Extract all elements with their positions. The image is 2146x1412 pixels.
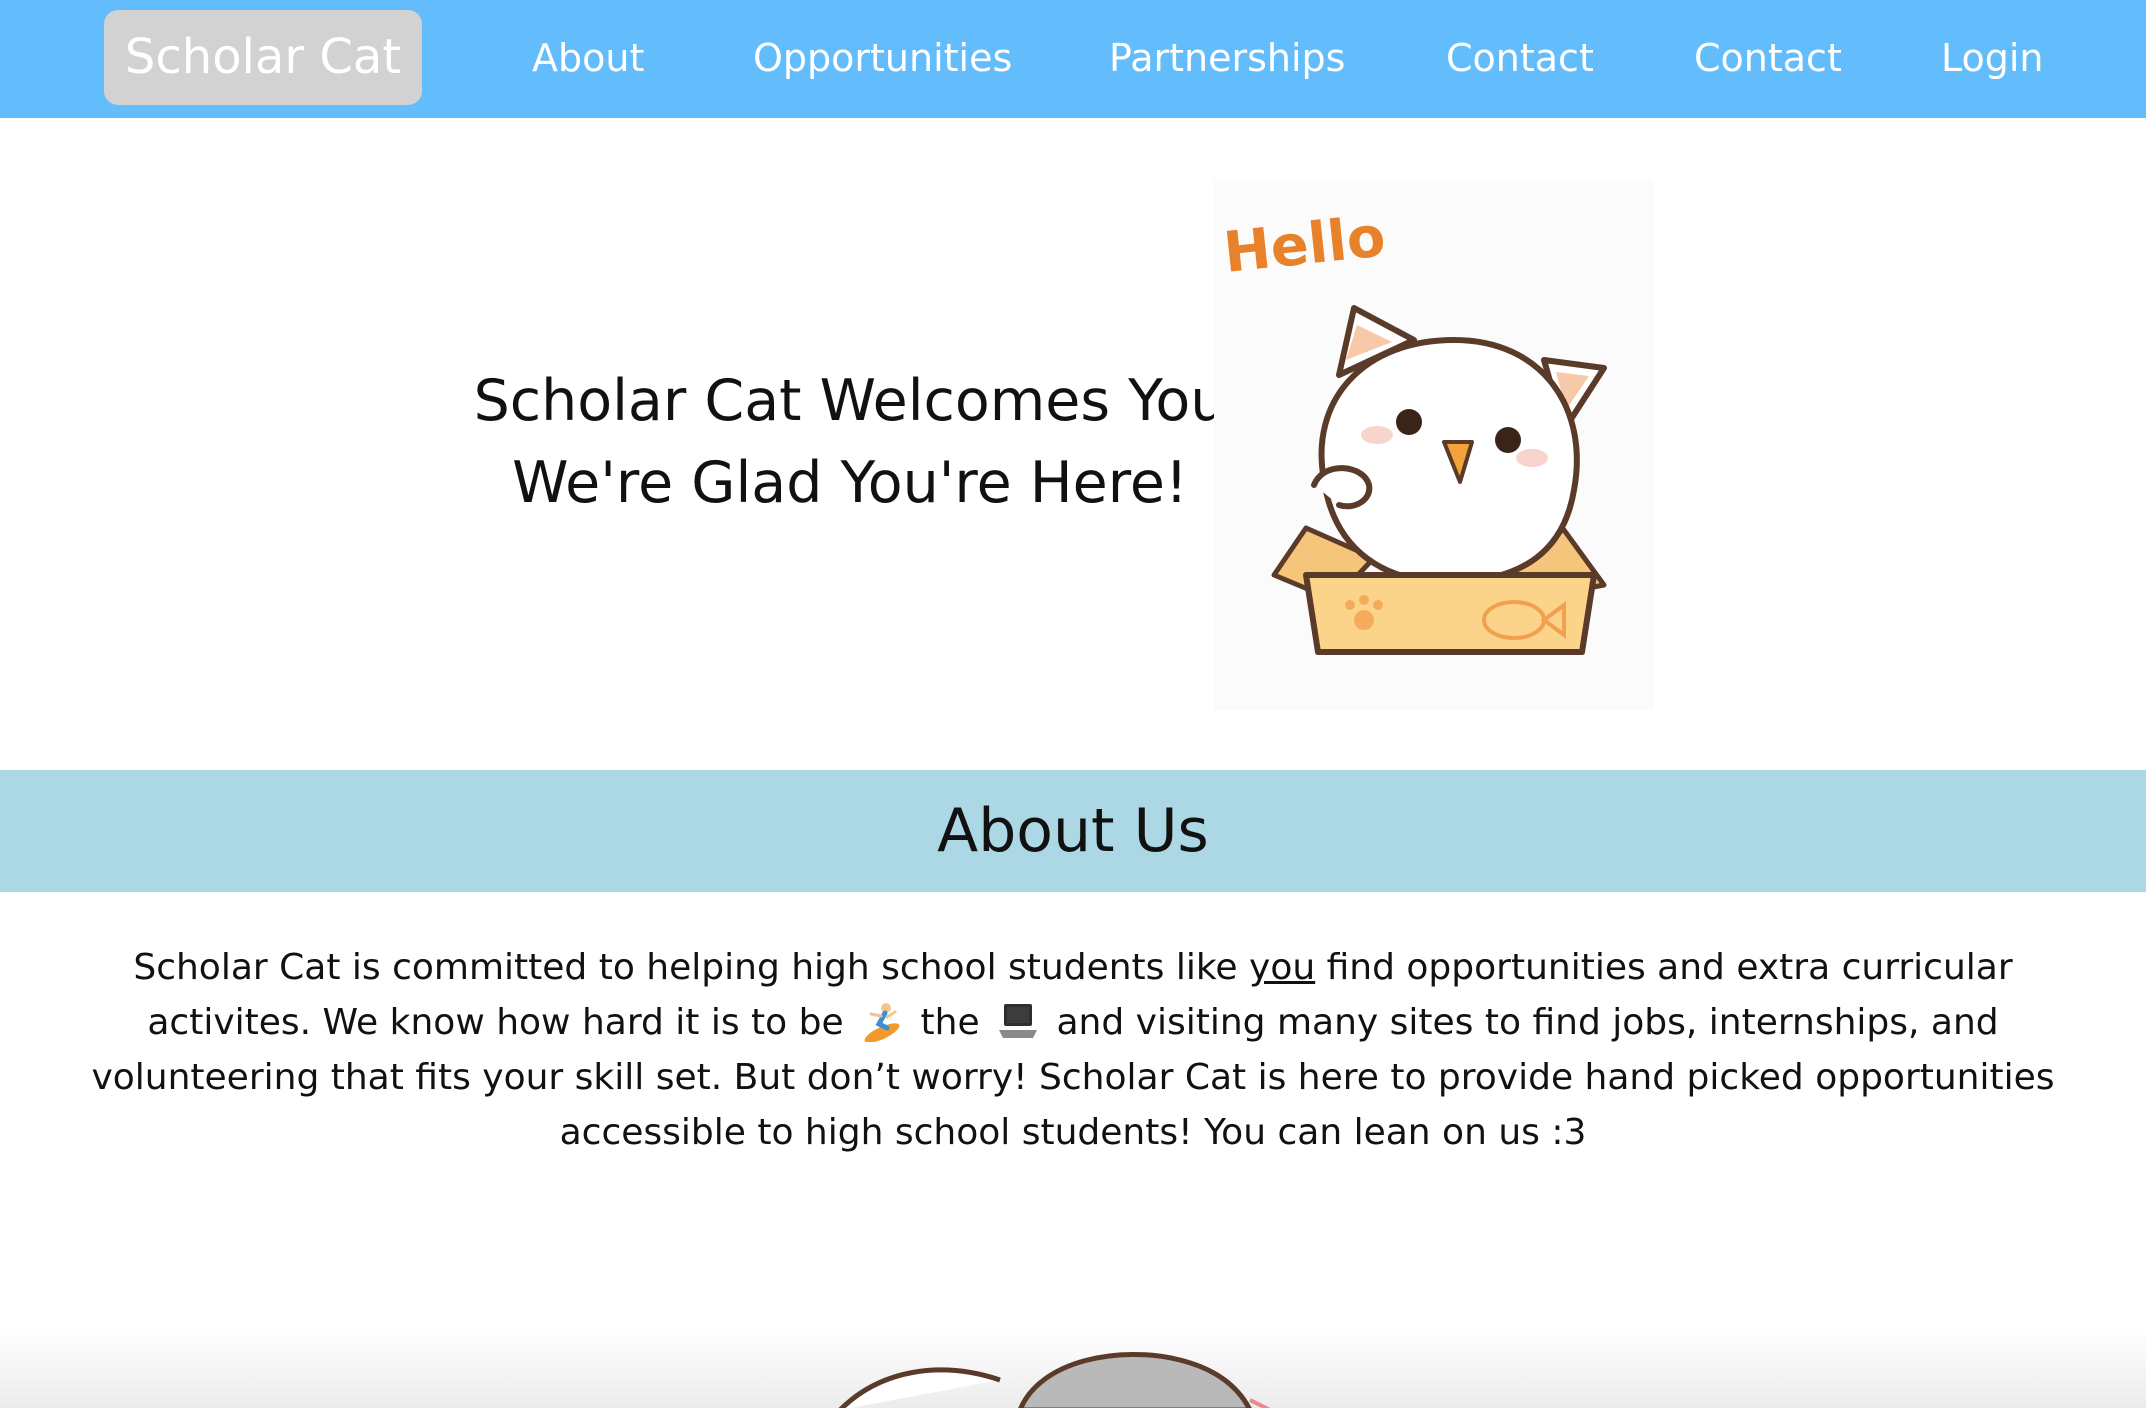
top-navbar: Scholar Cat About Opportunities Partners… — [0, 0, 2146, 118]
hello-caption: Hello — [1221, 204, 1389, 286]
hero-title-line-1: Scholar Cat Welcomes You — [473, 368, 1227, 434]
about-paragraph: Scholar Cat is committed to helping high… — [90, 940, 2056, 1160]
about-text-1: Scholar Cat is committed to helping high… — [133, 947, 1250, 988]
about-text-3: the — [909, 1002, 992, 1043]
bottom-cat-image — [820, 1340, 1320, 1412]
nav-link-contact-2[interactable]: Contact — [1694, 0, 1842, 118]
person-surfing-icon — [861, 1000, 903, 1043]
about-heading: About Us — [937, 796, 1209, 866]
hero-title-line-2: We're Glad You're Here! — [512, 450, 1188, 516]
nav-link-contact[interactable]: Contact — [1446, 0, 1594, 118]
sleeping-cats-icon — [838, 1351, 1271, 1412]
hello-cat-image: Hello — [1214, 180, 1654, 710]
brand-logo-button[interactable]: Scholar Cat — [104, 10, 422, 105]
laptop-icon — [997, 1000, 1039, 1042]
hero-title: Scholar Cat Welcomes You We're Glad You'… — [470, 360, 1230, 524]
about-section-header: About Us — [0, 770, 2146, 892]
nav-link-login[interactable]: Login — [1941, 0, 2044, 118]
cat-in-box-icon: Hello — [1221, 204, 1607, 655]
nav-link-about[interactable]: About — [532, 0, 644, 118]
nav-link-opportunities[interactable]: Opportunities — [753, 0, 1012, 118]
about-text-you: you — [1249, 947, 1316, 988]
nav-link-partnerships[interactable]: Partnerships — [1109, 0, 1345, 118]
